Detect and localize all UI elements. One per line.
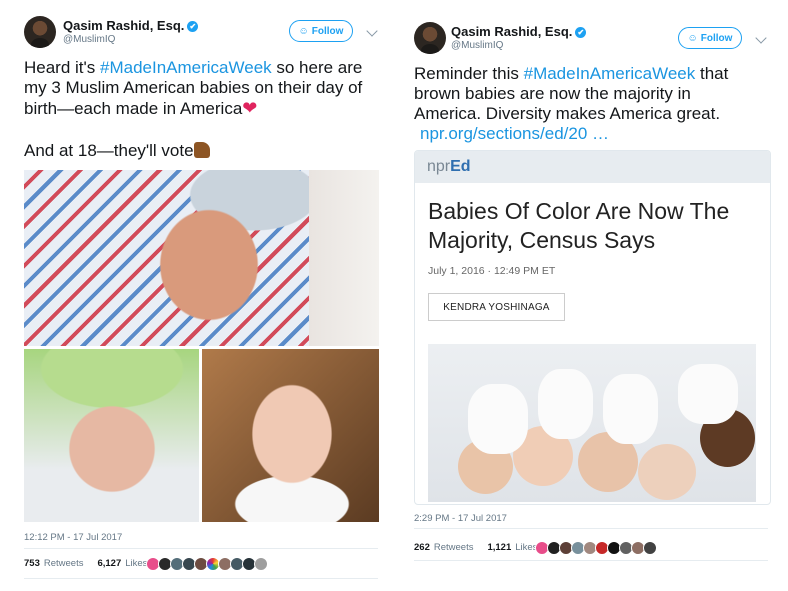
liker-avatar[interactable] [643,541,657,555]
timestamp[interactable]: 2:29 PM - 17 Jul 2017 [414,513,507,524]
liker-avatar[interactable] [254,557,268,571]
card-date: July 1, 2016 · 12:49 PM ET [428,265,556,277]
follow-button[interactable]: ☺ Follow [678,27,742,49]
tweet-text-segment: Heard it's [24,58,100,77]
author-name-text[interactable]: Qasim Rashid, Esq. [63,18,184,33]
article-link[interactable]: npr.org/sections/ed/20 … [420,124,609,143]
tweet-text: Reminder this #MadeInAmericaWeek that br… [414,64,774,144]
divider [414,528,768,529]
likers-avatars [146,557,268,571]
author-name[interactable]: Qasim Rashid, Esq. ✔ [451,24,587,39]
follow-button[interactable]: ☺ Follow [289,20,353,42]
card-author: KENDRA YOSHINAGA [428,293,565,321]
tweet-stats: 753 Retweets 6,127 Likes [24,558,147,569]
avatar[interactable] [414,22,446,54]
thumbs-up-emoji-icon [193,142,210,158]
npr-ed-logo: nprEd [427,158,471,176]
likes-count[interactable]: 6,127 [97,558,121,569]
likers-avatars [535,541,657,555]
baby-photo-1[interactable] [24,170,379,346]
logo-suffix: Ed [450,158,471,175]
baby-body [538,369,593,439]
chevron-down-icon[interactable] [755,32,767,44]
logo-prefix: npr [427,158,451,175]
divider [24,548,378,549]
follow-person-icon: ☺ [298,25,309,37]
baby-photo-2[interactable] [24,349,199,522]
follow-label: Follow [700,32,733,44]
author-name[interactable]: Qasim Rashid, Esq. ✔ [63,18,199,33]
likes-label[interactable]: Likes [125,558,147,569]
baby-head [638,444,696,500]
baby-body [468,384,528,454]
tweet-text-line: brown babies are now the majority in [414,84,691,103]
card-header: nprEd [415,151,770,183]
retweets-count[interactable]: 753 [24,558,40,569]
baby-body [678,364,738,424]
tweet-text-line: birth—each made in America [24,99,243,118]
tweet-text-line: America. Diversity makes America great. [414,104,721,123]
photo-grid [24,170,379,522]
tweet-stats: 262 Retweets 1,121 Likes [414,542,537,553]
baby-body [603,374,658,444]
retweets-label[interactable]: Retweets [44,558,84,569]
hashtag-link[interactable]: #MadeInAmericaWeek [524,64,696,83]
retweets-label[interactable]: Retweets [434,542,474,553]
author-handle[interactable]: @MuslimIQ [451,40,503,51]
link-preview-card[interactable]: nprEd Babies Of Color Are Now The Majori… [414,150,771,505]
likes-count[interactable]: 1,121 [487,542,511,553]
author-name-text[interactable]: Qasim Rashid, Esq. [451,24,572,39]
timestamp[interactable]: 12:12 PM - 17 Jul 2017 [24,532,122,543]
tweet-left: Qasim Rashid, Esq. ✔ @MuslimIQ ☺ Follow He… [0,0,394,591]
babies-photo [428,344,756,502]
baby-photo-3[interactable] [202,349,379,522]
verified-icon: ✔ [187,21,199,32]
avatar[interactable] [24,16,56,48]
tweet-text-line: And at 18—they'll vote [24,141,194,160]
author-handle[interactable]: @MuslimIQ [63,34,115,45]
tweet-text-segment: Reminder this [414,64,524,83]
tweet-text: Heard it's #MadeInAmericaWeek so here ar… [24,58,384,161]
chevron-down-icon[interactable] [366,25,378,37]
retweets-count[interactable]: 262 [414,542,430,553]
divider [24,578,378,579]
follow-label: Follow [311,25,344,37]
follow-person-icon: ☺ [687,32,698,44]
tweet-text-segment: so here are [271,58,363,77]
divider [414,560,768,561]
tweet-text-segment: that [695,64,729,83]
heart-emoji-icon: ❤ [242,98,258,118]
hashtag-link[interactable]: #MadeInAmericaWeek [100,58,272,77]
tweet-text-line: my 3 Muslim American babies on their day… [24,78,363,97]
card-headline[interactable]: Babies Of Color Are Now The Majority, Ce… [428,197,763,255]
verified-icon: ✔ [575,27,587,38]
